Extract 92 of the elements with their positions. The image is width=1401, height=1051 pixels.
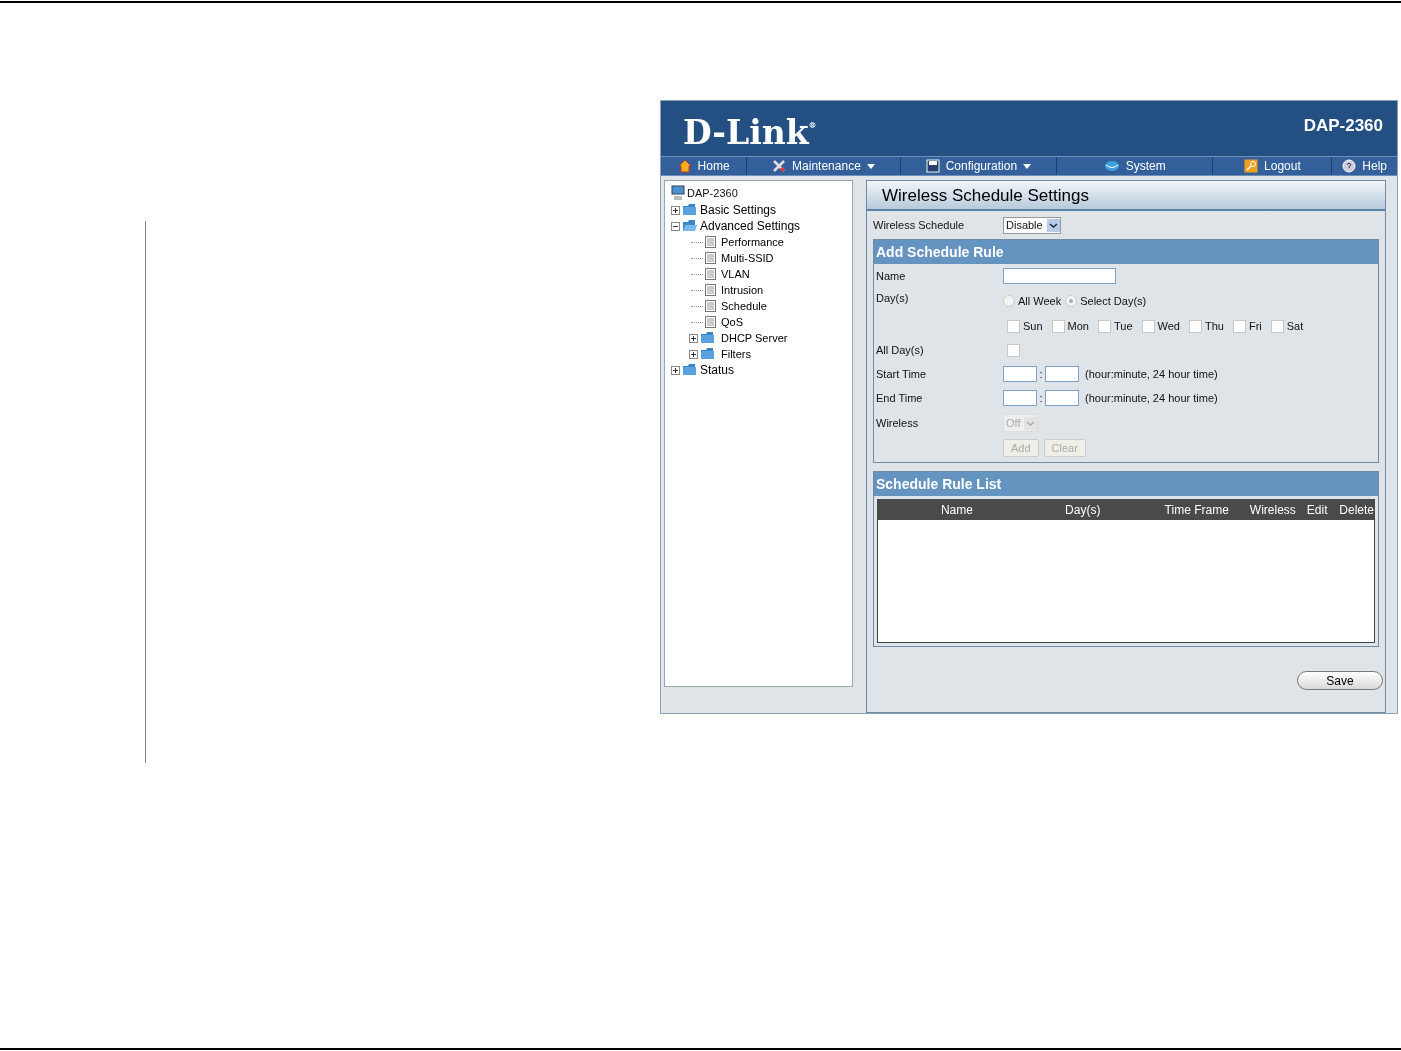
day-checkbox[interactable] [1188,319,1202,333]
tree-item[interactable]: Status [700,361,735,379]
logo: D-Link$^{®}$ [683,114,817,152]
day-checkbox[interactable] [1232,319,1246,333]
document-icon [705,300,716,312]
caret-icon [1023,163,1032,169]
caret-icon [866,163,875,169]
help-icon [1342,159,1357,173]
field-label: Wireless Schedule [873,217,966,233]
expand-icon[interactable] [671,205,680,215]
nav-item[interactable]: Logout [1213,157,1333,175]
folder-icon [682,203,698,217]
document-icon [705,316,716,328]
hour-field[interactable] [1003,366,1037,382]
globe-icon [1103,159,1120,173]
expand-icon[interactable] [689,333,698,343]
nav-item[interactable]: Home [661,157,748,175]
model-name: DAP-2360 [1303,114,1383,137]
hour-field[interactable] [1003,390,1037,406]
document-icon [705,236,716,248]
nav-item[interactable]: Help [1332,157,1397,175]
document-icon [705,252,716,264]
tree-item[interactable]: Filters [721,345,751,363]
day-label: Fri [1248,318,1262,334]
tree-root[interactable]: DAP-2360 [687,184,738,202]
nav-item[interactable]: Maintenance [747,157,901,175]
field-label: Day(s) [876,291,910,306]
tree-item[interactable]: VLAN [721,265,750,283]
day-label: Mon [1067,318,1089,334]
tree-item[interactable]: Basic Settings [700,201,777,219]
tree-item[interactable]: DHCP Server [721,329,788,347]
page-title: Wireless Schedule Settings [867,181,1385,211]
nav-item[interactable]: Configuration [900,157,1058,175]
section-header: Add Schedule Rule [874,240,1378,264]
expand-icon[interactable] [689,349,698,359]
day-checkbox[interactable] [1007,319,1020,333]
folder-icon [700,347,716,361]
field-label: All Day(s) [876,342,925,358]
folder-icon [682,363,698,377]
tree-item[interactable]: QoS [721,313,743,331]
save-button[interactable]: Save [1297,671,1383,690]
field-label: Wireless [876,415,920,431]
dropdown-icon [1024,416,1038,430]
tools-icon [772,159,787,173]
key-icon [1244,159,1259,173]
tree-item[interactable]: Advanced Settings [700,217,801,235]
collapse-icon[interactable] [671,221,680,231]
section-header: Schedule Rule List [874,472,1378,496]
tree-item[interactable]: Performance [721,233,784,251]
radio-label: All Week [1018,293,1062,309]
time-hint: (hour:minute, 24 hour time) [1085,366,1218,382]
time-hint: (hour:minute, 24 hour time) [1085,390,1218,406]
day-checkbox[interactable] [1270,319,1284,333]
day-label: Tue [1114,318,1133,334]
radio-label: Select Day(s) [1080,293,1147,309]
time-separator: : [1038,366,1044,382]
document-icon [705,268,716,280]
nav-item[interactable]: System [1057,157,1214,175]
day-checkbox[interactable] [1098,319,1111,333]
folder-icon [700,331,716,345]
house-icon [677,159,692,173]
day-label: Wed [1157,318,1180,334]
dropdown-icon [1046,218,1060,232]
expand-icon[interactable] [671,365,680,375]
field-label: Name [876,268,907,284]
open-folder-icon [682,219,698,233]
name-field[interactable] [1003,268,1116,284]
day-label: Sat [1286,318,1304,334]
column-header: Delete [1338,501,1374,519]
day-checkbox[interactable] [1051,319,1065,333]
all-days-checkbox[interactable] [1007,343,1020,357]
column-header: Edit [1305,501,1328,519]
tree-item[interactable]: Schedule [721,297,767,315]
field-label: Start Time [876,366,928,382]
day-label: Sun [1023,318,1043,334]
schedule-select[interactable]: Disable [1003,216,1061,234]
time-separator: : [1038,390,1044,406]
computer-icon [671,185,685,201]
tree-item[interactable]: Intrusion [721,281,764,299]
document-icon [705,284,716,296]
column-header: Name [939,501,973,519]
radio-button[interactable] [1003,295,1015,307]
column-header: Day(s) [1064,501,1101,519]
tree-item[interactable]: Multi-SSID [721,249,774,267]
column-header: Time Frame [1163,501,1229,519]
minute-field[interactable] [1045,366,1079,382]
minute-field[interactable] [1045,390,1079,406]
column-header: Wireless [1248,501,1296,519]
radio-button[interactable] [1065,295,1078,307]
field-label: End Time [876,390,924,406]
day-checkbox[interactable] [1141,319,1155,333]
day-label: Thu [1204,318,1224,334]
